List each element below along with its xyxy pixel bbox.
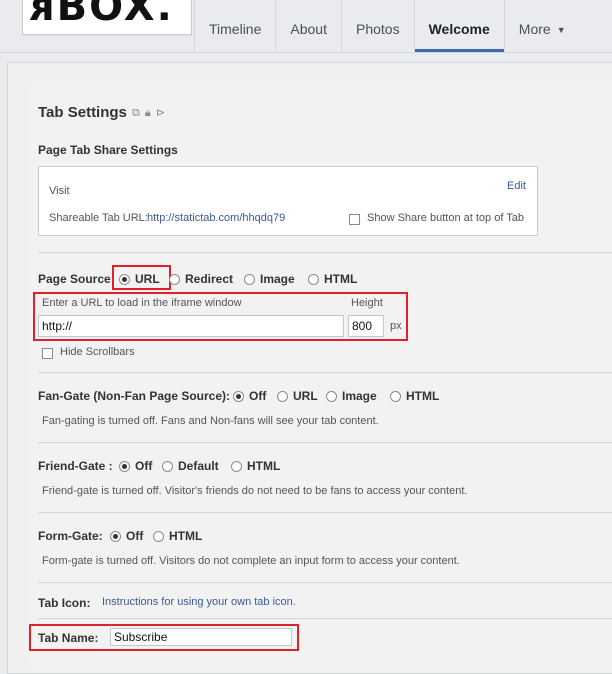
share-settings-title: Page Tab Share Settings (38, 143, 178, 157)
radio-fan-html-label: HTML (406, 389, 440, 403)
nav-tab-welcome[interactable]: Welcome (413, 0, 505, 52)
shareable-url-link[interactable]: http://statictab.com/hhqdq79 (147, 212, 285, 224)
radio-form-html[interactable] (153, 531, 164, 542)
radio-friend-off-label: Off (135, 459, 153, 473)
divider (38, 618, 612, 619)
url-hint: Enter a URL to load in the iframe window (42, 297, 242, 309)
divider (38, 582, 612, 583)
radio-fan-off[interactable] (233, 391, 244, 402)
radio-form-off-label: Off (126, 529, 144, 543)
nav-tab-photos[interactable]: Photos (340, 0, 414, 52)
radio-redirect[interactable] (169, 274, 180, 285)
tab-name-input[interactable] (110, 628, 292, 646)
radio-image[interactable] (244, 274, 255, 285)
fan-gate-image-radio[interactable]: Image (326, 389, 389, 403)
divider (38, 442, 612, 443)
divider (38, 512, 612, 513)
friend-gate-description: Friend-gate is turned off. Visitor's fri… (42, 485, 468, 497)
radio-fan-image-label: Image (342, 389, 377, 403)
radio-form-html-label: HTML (169, 529, 203, 543)
form-gate-label: Form-Gate: (38, 529, 103, 543)
show-share-checkbox[interactable] (349, 212, 360, 226)
tab-settings-title: Tab Settings (38, 104, 127, 121)
fan-gate-html-radio[interactable]: HTML (390, 389, 451, 403)
friend-gate-off-radio[interactable]: Off (119, 459, 164, 473)
radio-form-off[interactable] (110, 531, 121, 542)
url-input[interactable] (38, 315, 344, 337)
page-header: ᴙBOX. Timeline About Photos Welcome More… (0, 0, 612, 53)
heading-icons: ⧉ 🔒︎ ⊳ (132, 106, 165, 120)
share-settings-box (38, 166, 538, 236)
page-source-image-radio[interactable]: Image (244, 272, 307, 286)
radio-friend-default-label: Default (178, 459, 219, 473)
friend-gate-html-radio[interactable]: HTML (231, 459, 292, 473)
visit-label: Visit (49, 185, 70, 197)
fan-gate-description: Fan-gating is turned off. Fans and Non-f… (42, 415, 379, 427)
popout-icon[interactable]: ⧉ (132, 107, 140, 119)
radio-fan-html[interactable] (390, 391, 401, 402)
divider (38, 252, 612, 253)
radio-friend-html[interactable] (231, 461, 242, 472)
radio-html-label: HTML (324, 272, 358, 286)
radio-redirect-label: Redirect (185, 272, 234, 286)
page-logo[interactable]: ᴙBOX. (22, 0, 192, 35)
shareable-url-label: Shareable Tab URL: (49, 212, 148, 224)
page-source-label: Page Source: (38, 272, 115, 286)
radio-friend-off[interactable] (119, 461, 130, 472)
fan-gate-off-radio[interactable]: Off (233, 389, 278, 403)
radio-fan-url[interactable] (277, 391, 288, 402)
height-input[interactable] (348, 315, 384, 337)
radio-fan-off-label: Off (249, 389, 267, 403)
show-share-checkbox-box[interactable] (349, 214, 360, 225)
page-source-html-radio[interactable]: HTML (308, 272, 369, 286)
nav-tab-more[interactable]: More ▼ (503, 0, 580, 52)
tab-icon-label: Tab Icon: (38, 596, 91, 610)
fan-gate-url-radio[interactable]: URL (277, 389, 330, 403)
height-unit: px (390, 320, 402, 332)
nav-more-label: More (518, 21, 551, 37)
tab-name-label: Tab Name: (38, 631, 99, 645)
play-icon[interactable]: ⊳ (156, 107, 165, 119)
radio-url-label: URL (135, 272, 160, 286)
show-share-label: Show Share button at top of Tab (367, 212, 524, 224)
radio-url[interactable] (119, 274, 130, 285)
radio-friend-html-label: HTML (247, 459, 281, 473)
lock-icon[interactable]: 🔒︎ (145, 107, 151, 119)
friend-gate-default-radio[interactable]: Default (162, 459, 231, 473)
page-nav: Timeline About Photos Welcome More ▼ (194, 0, 580, 52)
page-source-url-radio[interactable]: URL (119, 272, 172, 286)
chevron-down-icon: ▼ (556, 25, 566, 35)
fan-gate-label: Fan-Gate (Non-Fan Page Source): (38, 389, 231, 403)
tab-icon-instructions-link[interactable]: Instructions for using your own tab icon… (102, 596, 296, 608)
radio-image-label: Image (260, 272, 295, 286)
radio-fan-image[interactable] (326, 391, 337, 402)
friend-gate-label: Friend-Gate : (38, 459, 113, 473)
form-gate-html-radio[interactable]: HTML (153, 529, 214, 543)
radio-fan-url-label: URL (293, 389, 318, 403)
form-gate-description: Form-gate is turned off. Visitors do not… (42, 555, 460, 567)
logo-text: ᴙBOX. (29, 0, 174, 30)
page-source-options: URL (119, 272, 172, 286)
radio-html[interactable] (308, 274, 319, 285)
hide-scrollbars-checkbox[interactable] (42, 346, 53, 360)
hide-scrollbars-label: Hide Scrollbars (60, 346, 135, 358)
edit-link[interactable]: Edit (507, 180, 526, 192)
hide-scrollbars-box[interactable] (42, 348, 53, 359)
form-gate-off-radio[interactable]: Off (110, 529, 155, 543)
radio-friend-default[interactable] (162, 461, 173, 472)
nav-tab-about[interactable]: About (275, 0, 341, 52)
page-source-redirect-radio[interactable]: Redirect (169, 272, 245, 286)
nav-tab-timeline[interactable]: Timeline (194, 0, 275, 52)
divider (38, 372, 612, 373)
height-label: Height (351, 297, 383, 309)
